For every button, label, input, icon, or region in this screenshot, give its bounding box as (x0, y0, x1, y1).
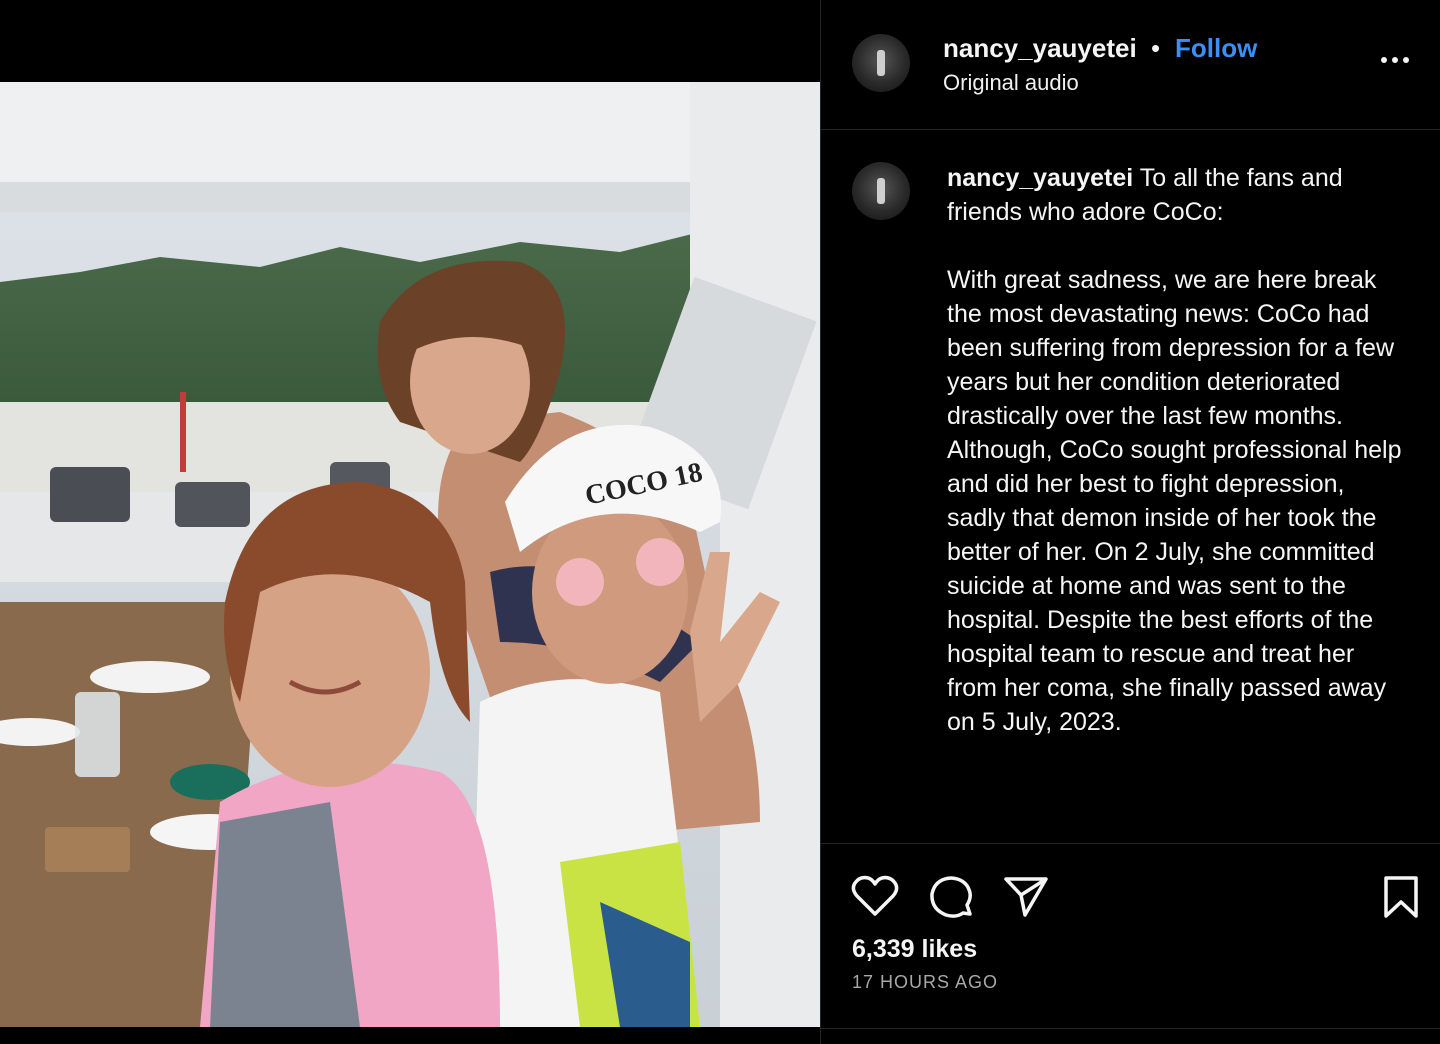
bookmark-icon[interactable] (1381, 874, 1421, 925)
post-side-panel: nancy_yauyetei • Follow Original audio n… (820, 0, 1440, 1044)
separator-dot: • (1151, 33, 1161, 63)
caption-body: With great sadness, we are here break th… (947, 266, 1402, 736)
post-actions: 6,339 likes 17 HOURS AGO (821, 843, 1440, 1043)
caption-avatar[interactable] (852, 162, 910, 220)
post-photo[interactable]: COCO 18 (0, 82, 820, 1027)
post-media: COCO 18 (0, 0, 820, 1044)
audio-link[interactable]: Original audio (943, 70, 1079, 96)
divider (821, 1028, 1440, 1029)
avatar[interactable] (852, 34, 910, 92)
share-icon[interactable] (1003, 874, 1049, 923)
likes-count[interactable]: 6,339 likes (852, 935, 977, 964)
follow-button[interactable]: Follow (1175, 33, 1257, 64)
post-timestamp[interactable]: 17 HOURS AGO (852, 972, 998, 993)
heart-icon[interactable] (851, 874, 899, 923)
post-caption: nancy_yauyetei To all the fans and frien… (947, 161, 1407, 739)
photo-illustration: COCO 18 (0, 82, 820, 1027)
header-username[interactable]: nancy_yauyetei (943, 33, 1137, 64)
caption-username[interactable]: nancy_yauyetei (947, 164, 1133, 192)
comment-icon[interactable] (927, 874, 975, 927)
more-horizontal-icon[interactable] (1381, 48, 1417, 72)
post-header: nancy_yauyetei • Follow Original audio (821, 0, 1440, 130)
